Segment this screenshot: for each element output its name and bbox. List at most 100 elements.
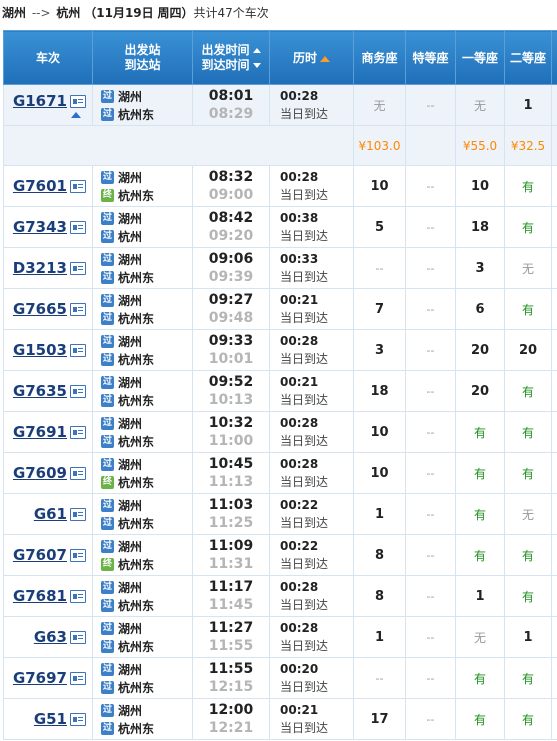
train-number-link[interactable]: G7665 [13,300,67,318]
first-class-seat: 无 [455,84,505,126]
train-number-link[interactable]: G7681 [13,587,67,605]
from-station-badge-icon: 过 [101,211,114,225]
train-info-icon[interactable] [70,302,86,316]
train-info-icon[interactable] [70,589,86,603]
duration-value: 00:22 [280,498,319,512]
arrival-day: 当日到达 [280,516,329,530]
from-station-badge-icon: 过 [101,580,114,594]
train-line: D3213 [4,259,86,277]
to-station-badge-icon: 过 [101,680,114,694]
train-info-icon[interactable] [70,507,86,521]
train-info-icon[interactable] [70,630,86,644]
collapse-arrow-icon[interactable] [71,112,81,118]
train-number-link[interactable]: G7601 [13,177,67,195]
to-station-badge-icon: 终 [101,557,114,571]
business-seat-value: 17 [370,711,389,727]
train-info-icon[interactable] [70,425,86,439]
duration-cell: 00:33 当日到达 [269,247,354,289]
special-seat-value: -- [426,98,435,112]
train-number-link[interactable]: G7691 [13,423,67,441]
train-number-link[interactable]: G63 [34,628,67,646]
station-cell: 过湖州过杭州 [92,206,193,248]
train-number-link[interactable]: G7697 [13,669,67,687]
station-cell: 过湖州过杭州东 [92,657,193,699]
arrival-time: 12:21 [208,720,254,736]
train-info-icon[interactable] [70,466,86,480]
header-arr-time[interactable]: 到达时间 [193,58,269,73]
duration-cell: 00:28 当日到达 [269,329,354,371]
time-cell: 09:33 10:01 [192,329,270,371]
train-info-icon[interactable] [70,179,86,193]
first-class-seat: 有 [455,657,505,699]
to-station-badge-icon: 过 [101,639,114,653]
second-class-seat-value: 1 [523,629,533,645]
first-class-seat-value: 有 [473,712,486,727]
train-info-icon[interactable] [70,384,86,398]
route-arrow: --> [31,6,51,20]
table-header-row: 车次 出发站 到达站 出发时间 到达时间 历时 商务座 特等座 一等座 二等座 [3,30,557,85]
duration-value: 00:22 [280,539,319,553]
special-seat-value: -- [426,220,435,234]
to-station-name: 杭州东 [118,639,155,654]
header-duration[interactable]: 历时 [269,30,354,85]
train-line: G7681 [4,587,86,605]
train-number-link[interactable]: G7607 [13,546,67,564]
to-station: 过杭州东 [101,391,192,409]
from-station-badge-icon: 过 [101,621,114,635]
train-cell: G7697 [3,657,93,699]
train-number-link[interactable]: G7635 [13,382,67,400]
route-date-close: ） [181,6,194,20]
train-number-link[interactable]: G61 [34,505,67,523]
arrival-day: 当日到达 [280,229,329,243]
to-station-name: 杭州东 [118,352,155,367]
second-class-seat: 20 [504,329,552,371]
train-number-link[interactable]: G7609 [13,464,67,482]
special-seat: -- [405,657,456,699]
train-number-link[interactable]: G1503 [13,341,67,359]
from-station-badge-icon: 过 [101,662,114,676]
second-class-seat: 1 [504,84,552,126]
arrival-day: 当日到达 [280,475,329,489]
first-class-seat: 20 [455,370,505,412]
special-seat: -- [405,84,456,126]
special-seat-value: -- [426,179,435,193]
arrival-time: 09:00 [208,187,254,203]
route-to: 杭州 [56,6,81,20]
duration-value: 00:28 [280,416,319,430]
from-station: 过湖州 [101,209,192,227]
train-info-icon[interactable] [70,343,86,357]
duration-cell: 00:28 当日到达 [269,575,354,617]
second-class-seat: 有 [504,575,552,617]
header-from-station: 出发站 [124,42,161,57]
train-info-icon[interactable] [70,548,86,562]
header-train[interactable]: 车次 [3,30,93,85]
route-date: 11月19日 [96,6,154,20]
to-station-badge-icon: 过 [101,434,114,448]
business-seat: 10 [353,165,406,207]
train-info-icon[interactable] [70,712,86,726]
to-station-name: 杭州东 [118,107,155,122]
special-seat-value: -- [426,466,435,480]
special-seat-value: -- [426,425,435,439]
train-number-link[interactable]: D3213 [13,259,67,277]
train-info-icon[interactable] [70,671,86,685]
to-station-badge-icon: 过 [101,107,114,121]
from-station-name: 湖州 [118,580,143,595]
arrival-time: 09:39 [208,269,254,285]
special-seat-value: -- [426,589,435,603]
table-row: G7607 过湖州终杭州东 11:09 11:31 00:22 当日到达 8 -- 有 有 [3,534,557,576]
business-seat: 10 [353,411,406,453]
train-info-icon[interactable] [70,94,86,108]
train-number-link[interactable]: G1671 [13,92,67,110]
train-info-icon[interactable] [70,261,86,275]
station-cell: 过湖州过杭州东 [92,575,193,617]
train-number-link[interactable]: G51 [34,710,67,728]
first-class-seat-value: 20 [470,342,490,358]
overflow-cell [551,165,557,207]
time-cell: 08:32 09:00 [192,165,270,207]
duration-value: 00:21 [280,703,319,717]
train-info-icon[interactable] [70,220,86,234]
arrival-time: 10:13 [208,392,254,408]
header-dep-time[interactable]: 出发时间 [193,43,269,58]
train-number-link[interactable]: G7343 [13,218,67,236]
